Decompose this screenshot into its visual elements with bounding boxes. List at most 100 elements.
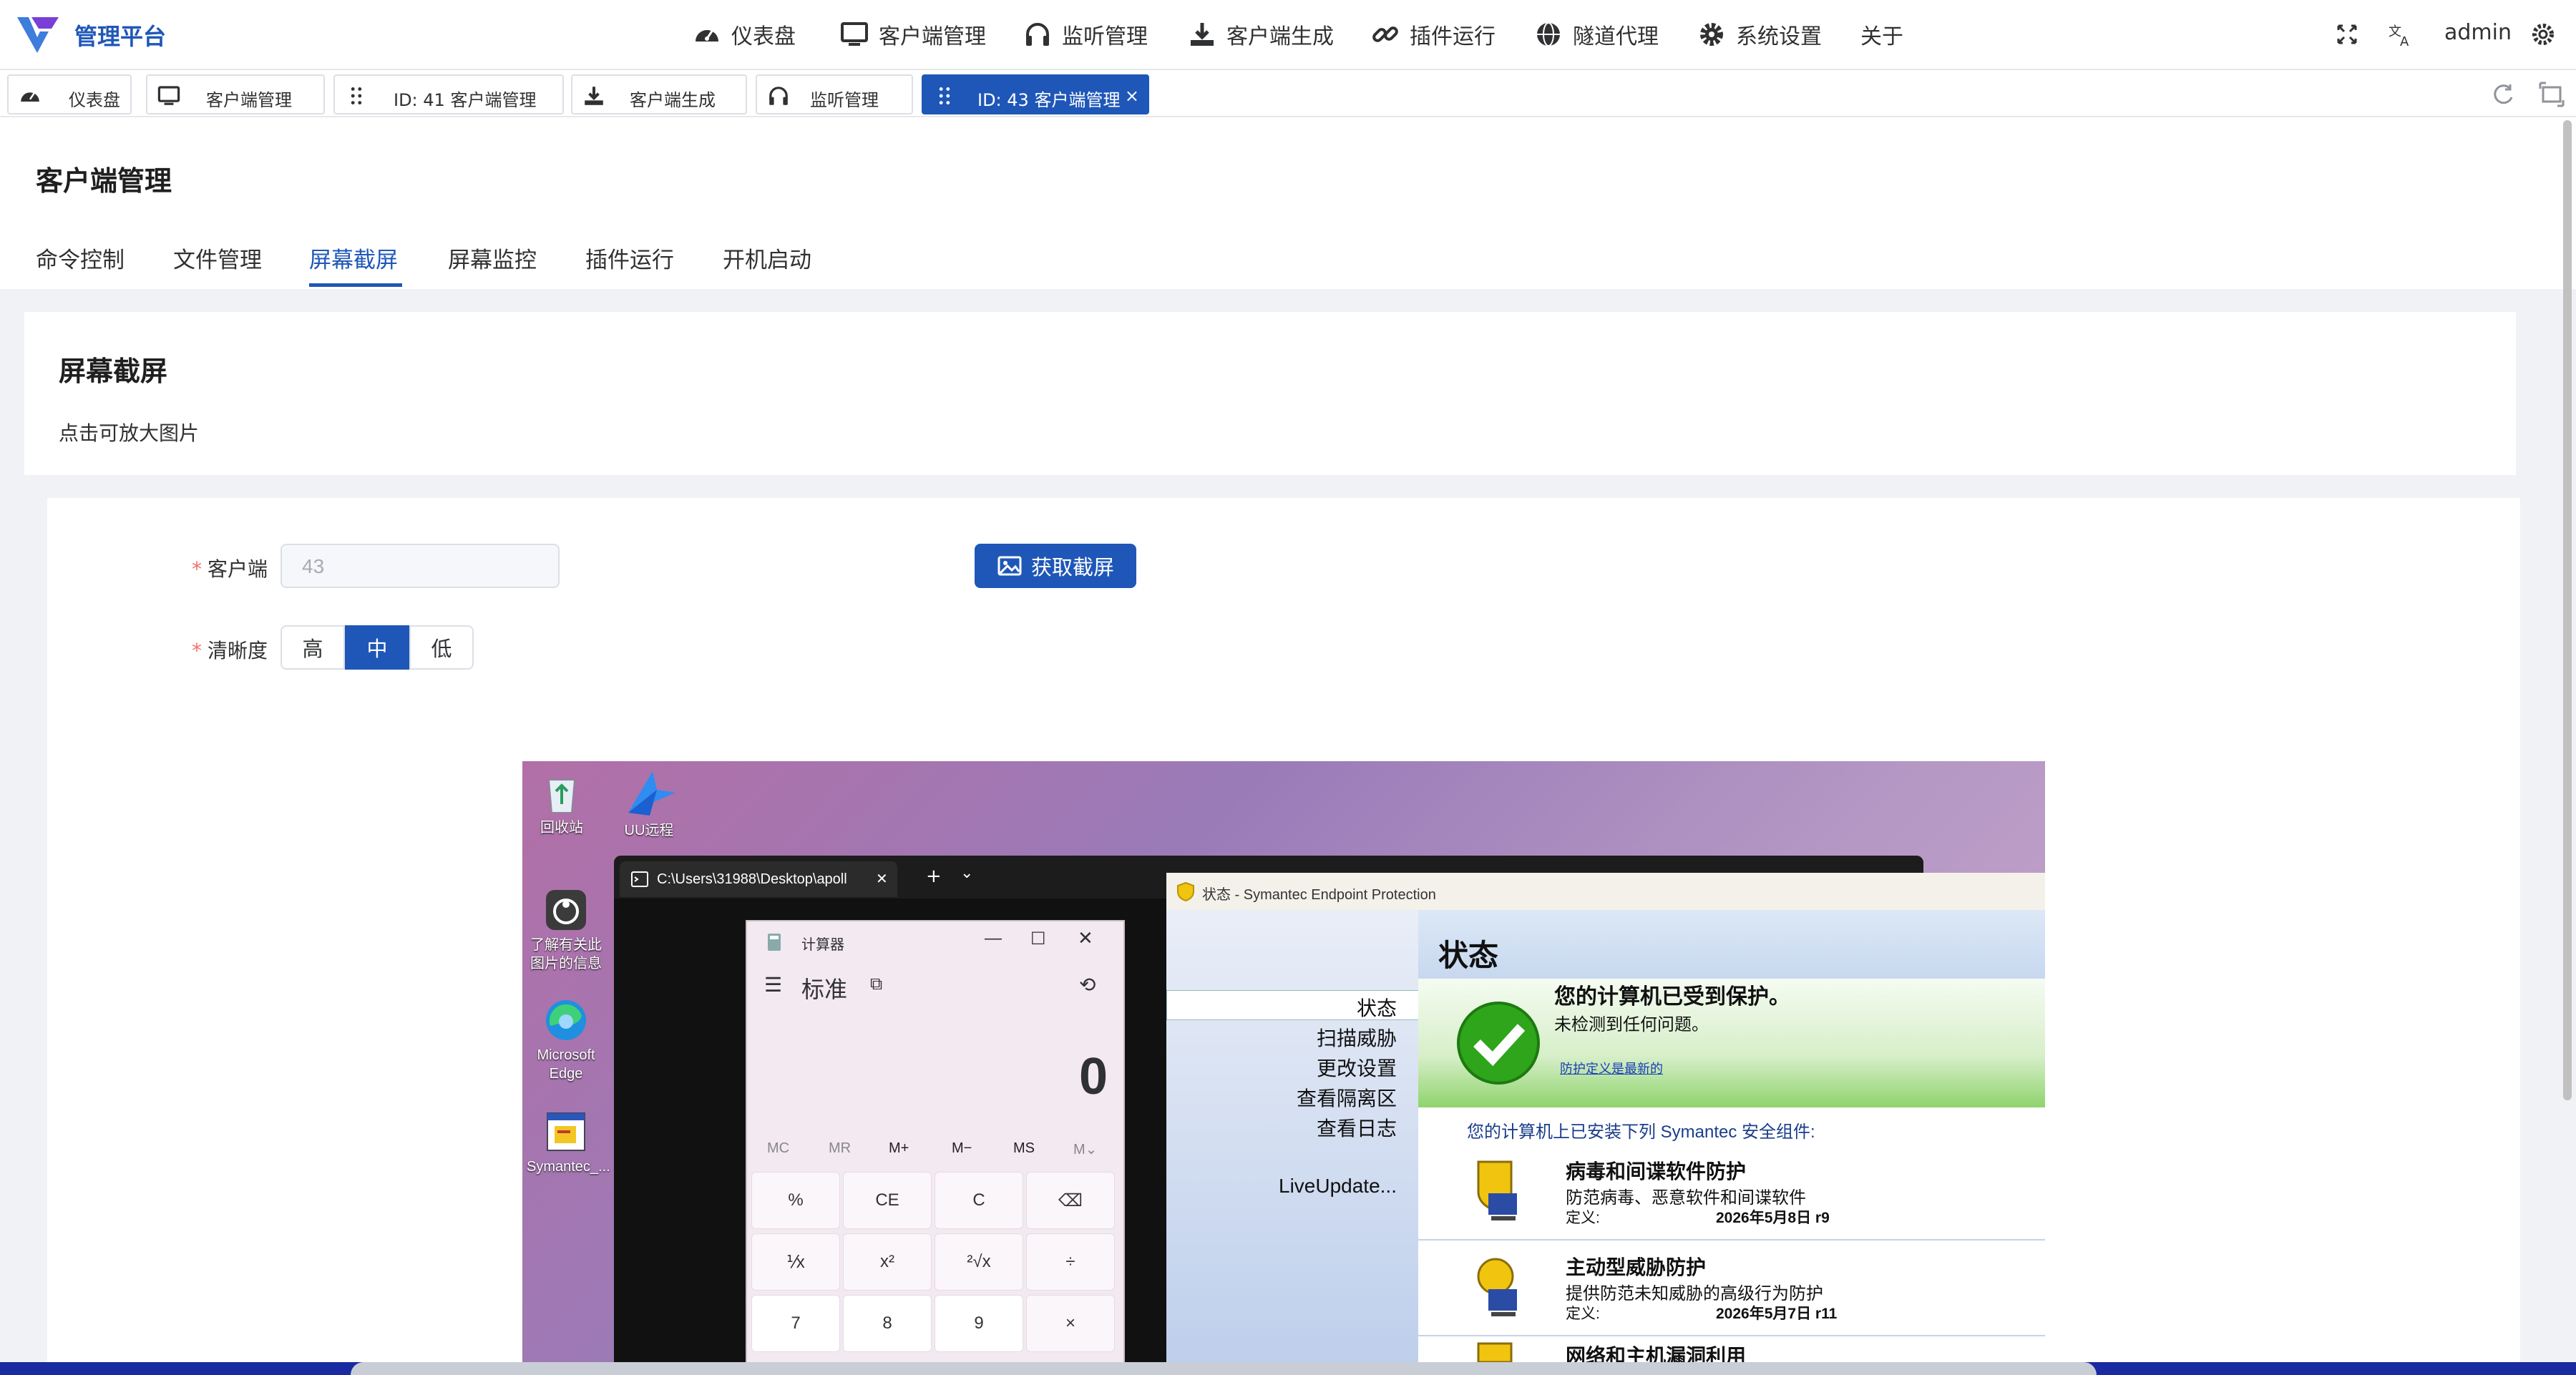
terminal-tab[interactable]: C:\Users\31988\Desktop\apoll ✕	[620, 861, 897, 897]
component-virus-protection[interactable]: 病毒和间谍软件防护 防范病毒、恶意软件和间谍软件 定义: 2026年5月8日 r…	[1418, 1146, 2045, 1241]
desktop-icon-label: 回收站	[540, 820, 583, 836]
nav-about[interactable]: 关于	[1860, 17, 1903, 52]
quality-low-option[interactable]: 低	[409, 625, 474, 670]
shield-computer-icon	[1477, 1160, 1517, 1220]
hamburger-menu-icon[interactable]: ☰	[764, 973, 782, 997]
user-menu[interactable]: admin	[2444, 20, 2512, 45]
captured-screenshot[interactable]: 回收站 UU远程 了解有关此图片的信息 Microsoft Edge Syman…	[522, 761, 2045, 1375]
symantec-nav-scan[interactable]: 扫描威胁	[1317, 1023, 1397, 1052]
capture-screenshot-button[interactable]: 获取截屏	[975, 544, 1136, 588]
fullscreen-icon[interactable]	[2333, 20, 2361, 49]
subtab-startup[interactable]: 开机启动	[723, 242, 811, 274]
subtab-file-management[interactable]: 文件管理	[173, 242, 262, 274]
nav-tunnel-proxy[interactable]: 隧道代理	[1534, 17, 1659, 52]
page-scrollbar[interactable]	[2563, 120, 2572, 1100]
calc-key-square[interactable]: x²	[843, 1233, 932, 1291]
calc-key-9[interactable]: 9	[935, 1295, 1023, 1352]
close-icon[interactable]: ✕	[876, 870, 888, 888]
check-shield-icon	[1457, 1002, 1540, 1085]
history-icon[interactable]: ⟲	[1079, 973, 1096, 997]
component-desc: 提供防范未知威胁的高级行为防护	[1566, 1284, 1823, 1303]
tab-client-41[interactable]: ID: 41 客户端管理	[333, 74, 564, 114]
nav-client-generate[interactable]: 客户端生成	[1188, 17, 1334, 52]
chevron-down-icon[interactable]: ⌄	[960, 864, 973, 882]
calc-key-multiply[interactable]: ×	[1026, 1295, 1115, 1352]
calc-key-8[interactable]: 8	[843, 1295, 932, 1352]
tab-label: 仪表盘	[69, 90, 120, 110]
translate-icon[interactable]: 文A	[2387, 20, 2416, 49]
symantec-nav-settings[interactable]: 更改设置	[1317, 1053, 1397, 1082]
new-tab-icon[interactable]: +	[926, 866, 942, 887]
memory-add-button[interactable]: M+	[889, 1140, 909, 1157]
calc-key-backspace[interactable]: ⌫	[1026, 1172, 1115, 1229]
symantec-nav-quarantine[interactable]: 查看隔离区	[1297, 1083, 1397, 1112]
tab-client-management[interactable]: 客户端管理	[146, 74, 325, 114]
nav-system-settings[interactable]: 系统设置	[1697, 17, 1822, 52]
restore-icon[interactable]: ☐	[1030, 929, 1046, 949]
nav-client-management[interactable]: 客户端管理	[840, 17, 986, 52]
memory-store-button[interactable]: MS	[1013, 1140, 1035, 1157]
capture-button-label: 获取截屏	[1030, 555, 1114, 579]
memory-subtract-button[interactable]: M−	[952, 1140, 972, 1157]
desktop-icon-label: UU远程	[624, 823, 674, 838]
top-navbar: 管理平台 仪表盘 客户端管理 监听管理 客户端生成 插件运行 隧道代理 系统设置…	[0, 0, 2576, 70]
nav-listener-management[interactable]: 监听管理	[1023, 17, 1148, 52]
calc-key-sqrt[interactable]: ²√x	[935, 1233, 1023, 1291]
desktop-icon-uu-remote: UU远程	[610, 768, 688, 840]
memory-recall-button[interactable]: MR	[829, 1140, 851, 1157]
client-id-input[interactable]: 43	[280, 544, 560, 588]
symantec-nav-status[interactable]: 状态	[1357, 993, 1397, 1022]
dashboard-icon	[696, 29, 718, 41]
settings-gear-icon[interactable]	[2529, 20, 2557, 49]
calc-key-reciprocal[interactable]: ⅟x	[751, 1233, 840, 1291]
refresh-icon[interactable]	[2489, 80, 2517, 109]
symantec-window[interactable]: 状态 - Symantec Endpoint Protection 状态 扫描威…	[1166, 873, 2045, 1375]
calc-key-percent[interactable]: %	[751, 1172, 840, 1229]
tab-dashboard[interactable]: 仪表盘	[7, 74, 132, 114]
camera-icon	[546, 890, 586, 930]
symantec-nav-logs[interactable]: 查看日志	[1317, 1113, 1397, 1142]
quality-medium-option[interactable]: 中	[345, 625, 409, 670]
calculator-window[interactable]: 计算器 — ☐ ✕ ☰ 标准 ⧉ ⟲ 0 MC MR M+ M− MS M⌄ %…	[746, 920, 1125, 1375]
calc-key-7[interactable]: 7	[751, 1295, 840, 1352]
calc-key-ce[interactable]: CE	[843, 1172, 932, 1229]
close-icon[interactable]: ×	[1125, 86, 1139, 106]
subtab-screen-monitor[interactable]: 屏幕监控	[448, 242, 537, 274]
page-tabs: 仪表盘 客户端管理 ID: 41 客户端管理 客户端生成 监听管理 ID: 43…	[0, 70, 2576, 117]
maximize-icon[interactable]	[2537, 80, 2566, 109]
memory-list-button[interactable]: M⌄	[1073, 1140, 1097, 1158]
component-def-value: 2026年5月7日 r11	[1716, 1306, 1838, 1322]
component-def-label: 定义:	[1566, 1210, 1600, 1226]
shield-icon	[1177, 881, 1194, 901]
keep-on-top-icon[interactable]: ⧉	[870, 974, 882, 994]
quality-high-option[interactable]: 高	[280, 625, 345, 670]
brand-title[interactable]: 管理平台	[74, 19, 166, 52]
tab-client-generate[interactable]: 客户端生成	[571, 74, 747, 114]
globe-icon	[1537, 22, 1560, 47]
minimize-icon[interactable]: —	[985, 929, 1002, 949]
tab-label: 客户端生成	[630, 90, 716, 110]
subtab-plugin-run[interactable]: 插件运行	[585, 242, 674, 274]
symantec-nav: 状态 扫描威胁 更改设置 查看隔离区 查看日志 LiveUpdate...	[1166, 910, 1420, 1375]
required-mark: *	[192, 557, 202, 581]
calculator-icon	[768, 934, 781, 951]
headphones-icon	[769, 87, 788, 105]
tab-listener-management[interactable]: 监听管理	[756, 74, 913, 114]
nav-dashboard[interactable]: 仪表盘	[693, 17, 796, 52]
tab-client-43[interactable]: ID: 43 客户端管理 ×	[922, 74, 1149, 114]
subtab-command-control[interactable]: 命令控制	[36, 242, 125, 274]
close-icon[interactable]: ✕	[1078, 927, 1093, 949]
nav-label: 客户端生成	[1226, 24, 1334, 49]
component-desc: 防范病毒、恶意软件和间谍软件	[1566, 1188, 1806, 1208]
active-subtab-indicator	[309, 283, 402, 287]
nav-plugin-run[interactable]: 插件运行	[1371, 17, 1496, 52]
subtab-screenshot[interactable]: 屏幕截屏	[309, 242, 398, 274]
symantec-nav-liveupdate[interactable]: LiveUpdate...	[1279, 1175, 1397, 1198]
calc-key-c[interactable]: C	[935, 1172, 1023, 1229]
memory-clear-button[interactable]: MC	[767, 1140, 789, 1157]
nav-label: 插件运行	[1410, 24, 1496, 49]
definitions-link[interactable]: 防护定义是最新的	[1560, 1059, 1663, 1077]
calc-key-divide[interactable]: ÷	[1026, 1233, 1115, 1291]
calculator-display: 0	[1078, 1048, 1108, 1105]
component-proactive-threat[interactable]: 主动型威胁防护 提供防范未知威胁的高级行为防护 定义: 2026年5月7日 r1…	[1418, 1242, 2045, 1336]
